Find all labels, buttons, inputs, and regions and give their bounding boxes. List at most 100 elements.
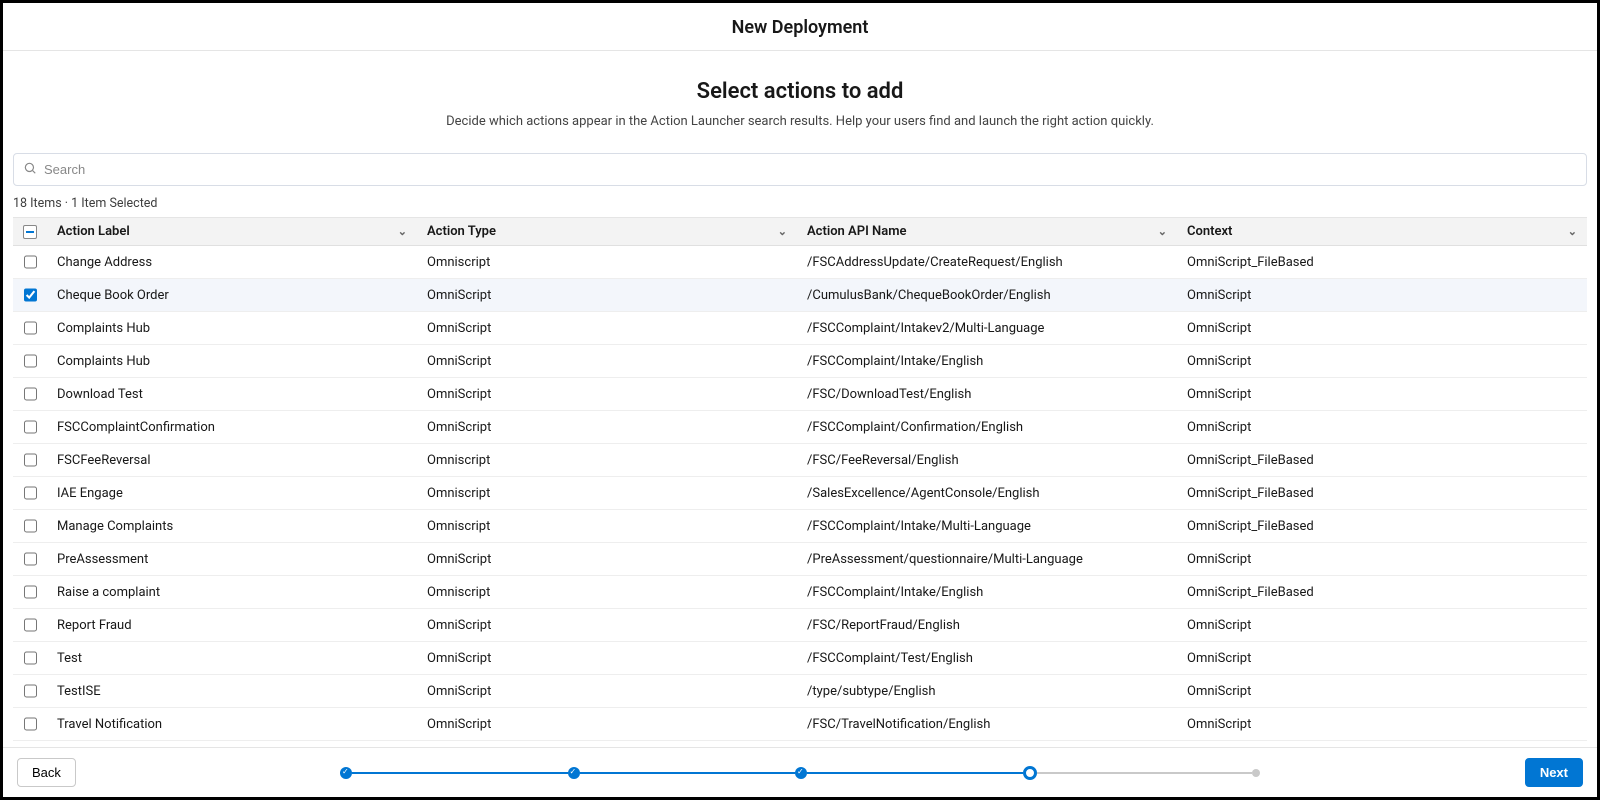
cell-action-api: /FSCComplaint/Intake/Multi-Language bbox=[797, 513, 1177, 540]
row-checkbox[interactable] bbox=[24, 585, 37, 599]
row-checkbox[interactable] bbox=[24, 684, 37, 698]
row-checkbox[interactable] bbox=[24, 354, 37, 368]
table-row[interactable]: Complaints HubOmniScript/FSCComplaint/In… bbox=[13, 345, 1587, 378]
search-icon bbox=[23, 161, 37, 179]
cell-action-type: OmniScript bbox=[417, 315, 797, 342]
table-row[interactable]: FSCComplaintConfirmationOmniScript/FSCCo… bbox=[13, 411, 1587, 444]
cell-action-label: FSCComplaintConfirmation bbox=[47, 414, 417, 441]
cell-action-type: OmniScript bbox=[417, 348, 797, 375]
cell-context: OmniScript_FileBased bbox=[1177, 579, 1587, 606]
cell-action-type: Omniscript bbox=[417, 513, 797, 540]
cell-action-api: /FSCComplaint/Test/English bbox=[797, 645, 1177, 672]
cell-context: OmniScript_FileBased bbox=[1177, 249, 1587, 276]
next-button[interactable]: Next bbox=[1525, 758, 1583, 787]
cell-action-api: /FSC/FeeReversal/English bbox=[797, 447, 1177, 474]
row-checkbox[interactable] bbox=[24, 552, 37, 566]
col-header-context[interactable]: Context ⌄ bbox=[1177, 218, 1587, 245]
table-row[interactable]: PreAssessmentOmniScript/PreAssessment/qu… bbox=[13, 543, 1587, 576]
cell-context: OmniScript bbox=[1177, 612, 1587, 639]
table-row[interactable]: Complaints HubOmniScript/FSCComplaint/In… bbox=[13, 312, 1587, 345]
table-row[interactable]: FSCFeeReversalOmniscript/FSC/FeeReversal… bbox=[13, 444, 1587, 477]
wizard-progress bbox=[340, 766, 1260, 780]
cell-action-label: Complaints Hub bbox=[47, 348, 417, 375]
cell-context: OmniScript bbox=[1177, 348, 1587, 375]
row-checkbox[interactable] bbox=[24, 453, 37, 467]
wizard-footer: Back Next bbox=[3, 747, 1597, 797]
section-heading: Select actions to add bbox=[3, 79, 1597, 104]
row-checkbox[interactable] bbox=[24, 321, 37, 335]
table-row[interactable]: Manage ComplaintsOmniscript/FSCComplaint… bbox=[13, 510, 1587, 543]
cell-action-type: OmniScript bbox=[417, 678, 797, 705]
cell-action-label: Manage Complaints bbox=[47, 513, 417, 540]
cell-action-label: Complaints Hub bbox=[47, 315, 417, 342]
row-checkbox[interactable] bbox=[24, 717, 37, 731]
row-checkbox[interactable] bbox=[24, 519, 37, 533]
cell-action-api: /FSCAddressUpdate/CreateRequest/English bbox=[797, 249, 1177, 276]
col-header-action-type[interactable]: Action Type ⌄ bbox=[417, 218, 797, 245]
cell-context: OmniScript bbox=[1177, 381, 1587, 408]
table-header-row: Action Label ⌄ Action Type ⌄ Action API … bbox=[13, 218, 1587, 246]
cell-action-type: OmniScript bbox=[417, 645, 797, 672]
cell-action-type: OmniScript bbox=[417, 546, 797, 573]
progress-step-5 bbox=[1252, 769, 1260, 777]
row-checkbox[interactable] bbox=[24, 651, 37, 665]
table-row[interactable]: Cheque Book OrderOmniScript/CumulusBank/… bbox=[13, 279, 1587, 312]
row-checkbox[interactable] bbox=[24, 618, 37, 632]
search-bar bbox=[13, 153, 1587, 186]
col-header-label: Action Type bbox=[427, 224, 496, 239]
progress-step-2 bbox=[568, 767, 580, 779]
cell-action-type: Omniscript bbox=[417, 579, 797, 606]
row-checkbox[interactable] bbox=[24, 387, 37, 401]
cell-action-type: OmniScript bbox=[417, 711, 797, 738]
cell-action-label: Raise a complaint bbox=[47, 579, 417, 606]
table-row[interactable]: TestOmniScript/FSCComplaint/Test/English… bbox=[13, 642, 1587, 675]
cell-action-api: /FSCComplaint/Confirmation/English bbox=[797, 414, 1177, 441]
cell-context: OmniScript_FileBased bbox=[1177, 513, 1587, 540]
cell-action-label: Report Fraud bbox=[47, 612, 417, 639]
chevron-down-icon: ⌄ bbox=[392, 225, 407, 238]
table-row[interactable]: Travel NotificationOmniScript/FSC/Travel… bbox=[13, 708, 1587, 741]
col-header-action-api[interactable]: Action API Name ⌄ bbox=[797, 218, 1177, 245]
progress-step-3 bbox=[795, 767, 807, 779]
cell-action-type: OmniScript bbox=[417, 282, 797, 309]
row-checkbox[interactable] bbox=[24, 420, 37, 434]
cell-action-api: /FSCComplaint/Intakev2/Multi-Language bbox=[797, 315, 1177, 342]
cell-context: OmniScript bbox=[1177, 414, 1587, 441]
cell-action-label: TestISE bbox=[47, 678, 417, 705]
cell-action-api: /type/subtype/English bbox=[797, 678, 1177, 705]
col-header-action-label[interactable]: Action Label ⌄ bbox=[47, 218, 417, 245]
select-all-checkbox[interactable] bbox=[23, 225, 37, 239]
back-button[interactable]: Back bbox=[17, 758, 76, 787]
cell-action-type: OmniScript bbox=[417, 612, 797, 639]
cell-action-type: Omniscript bbox=[417, 447, 797, 474]
col-header-label: Action Label bbox=[57, 224, 130, 239]
cell-context: OmniScript_FileBased bbox=[1177, 480, 1587, 507]
cell-action-label: Travel Notification bbox=[47, 711, 417, 738]
search-input[interactable] bbox=[13, 153, 1587, 186]
table-row[interactable]: IAE EngageOmniscript/SalesExcellence/Age… bbox=[13, 477, 1587, 510]
cell-action-label: Cheque Book Order bbox=[47, 282, 417, 309]
cell-action-api: /FSC/TravelNotification/English bbox=[797, 711, 1177, 738]
cell-context: OmniScript bbox=[1177, 645, 1587, 672]
chevron-down-icon: ⌄ bbox=[1152, 225, 1167, 238]
row-checkbox[interactable] bbox=[24, 486, 37, 500]
table-row[interactable]: TestISEOmniScript/type/subtype/EnglishOm… bbox=[13, 675, 1587, 708]
page-title: New Deployment bbox=[3, 3, 1597, 51]
row-checkbox[interactable] bbox=[24, 288, 37, 302]
row-checkbox[interactable] bbox=[24, 255, 37, 269]
cell-action-label: PreAssessment bbox=[47, 546, 417, 573]
table-row[interactable]: Change AddressOmniscript/FSCAddressUpdat… bbox=[13, 246, 1587, 279]
actions-table: Action Label ⌄ Action Type ⌄ Action API … bbox=[13, 217, 1587, 747]
cell-action-type: Omniscript bbox=[417, 480, 797, 507]
cell-action-api: /FSCComplaint/Intake/English bbox=[797, 579, 1177, 606]
col-header-label: Action API Name bbox=[807, 224, 907, 239]
table-row[interactable]: Report FraudOmniScript/FSC/ReportFraud/E… bbox=[13, 609, 1587, 642]
cell-action-api: /SalesExcellence/AgentConsole/English bbox=[797, 480, 1177, 507]
table-row[interactable]: Download TestOmniScript/FSC/DownloadTest… bbox=[13, 378, 1587, 411]
cell-action-api: /FSC/DownloadTest/English bbox=[797, 381, 1177, 408]
cell-action-type: OmniScript bbox=[417, 414, 797, 441]
cell-action-label: FSCFeeReversal bbox=[47, 447, 417, 474]
table-row[interactable]: Raise a complaintOmniscript/FSCComplaint… bbox=[13, 576, 1587, 609]
cell-action-api: /FSCComplaint/Intake/English bbox=[797, 348, 1177, 375]
cell-action-type: Omniscript bbox=[417, 249, 797, 276]
